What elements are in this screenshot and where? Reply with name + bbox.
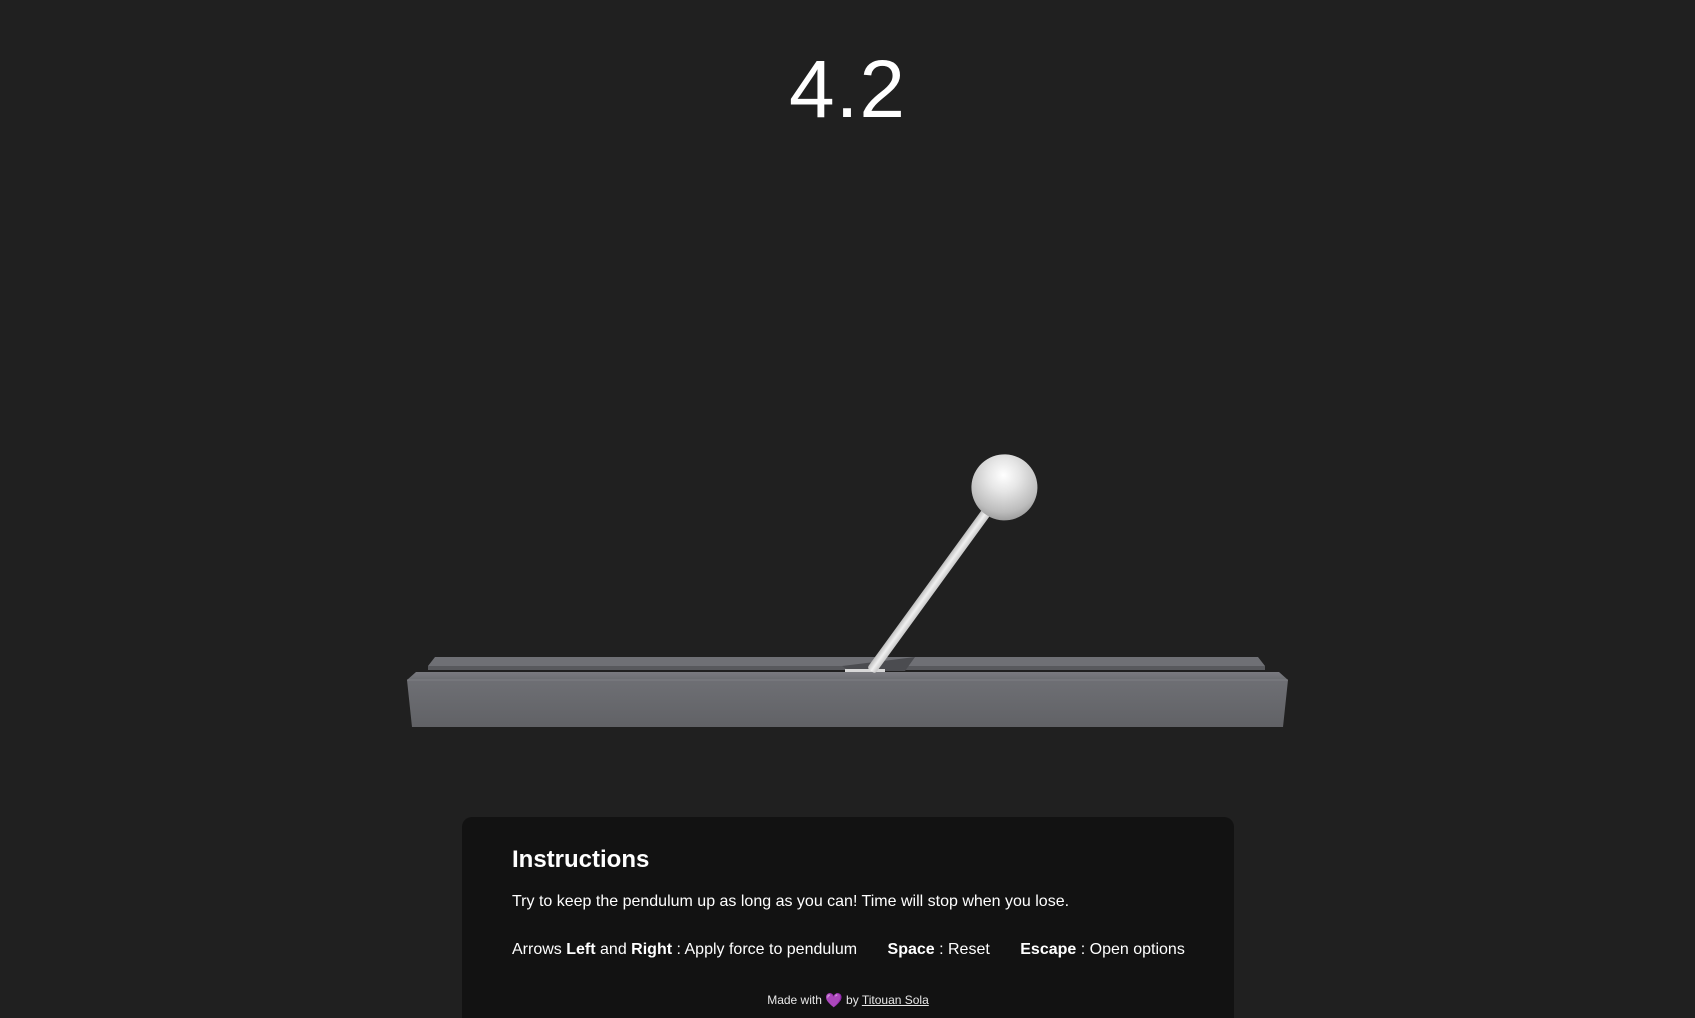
escape-control: Escape : Open options [1020, 939, 1185, 961]
space-control: Space : Reset [888, 939, 990, 961]
controls-legend: Arrows Left and Right : Apply force to p… [512, 939, 1185, 961]
space-action: : Reset [939, 941, 990, 958]
pendulum-ball [971, 454, 1038, 521]
pendulum-rod [868, 499, 998, 673]
arrows-control: Arrows Left and Right : Apply force to p… [512, 939, 857, 961]
cart [845, 669, 885, 672]
made-with-text: Made with [767, 993, 822, 1007]
space-key: Space [887, 941, 935, 958]
right-key: Right [631, 941, 673, 958]
by-text: by [846, 993, 859, 1007]
footer-credit: Made with 💜 by Titouan Sola [462, 992, 1234, 1008]
arrows-action: : Apply force to pendulum [676, 941, 858, 958]
escape-key: Escape [1020, 941, 1077, 958]
instructions-panel: Instructions Try to keep the pendulum up… [462, 817, 1234, 1018]
and-text: and [600, 941, 627, 958]
author-link[interactable]: Titouan Sola [862, 993, 929, 1007]
escape-action: : Open options [1080, 941, 1185, 958]
arrows-prefix: Arrows [512, 941, 562, 958]
track-back-rail [428, 657, 1265, 666]
track-base [407, 680, 1288, 727]
game-stage: 4.2 Instructions Try to keep the pendulu… [0, 0, 1695, 1018]
heart-icon: 💜 [825, 992, 843, 1008]
pendulum-scene [407, 454, 1288, 727]
left-key: Left [566, 941, 596, 958]
instructions-title: Instructions [512, 846, 650, 873]
track-top [407, 672, 1288, 680]
instructions-description: Try to keep the pendulum up as long as y… [512, 893, 1070, 910]
pendulum [868, 454, 1038, 673]
